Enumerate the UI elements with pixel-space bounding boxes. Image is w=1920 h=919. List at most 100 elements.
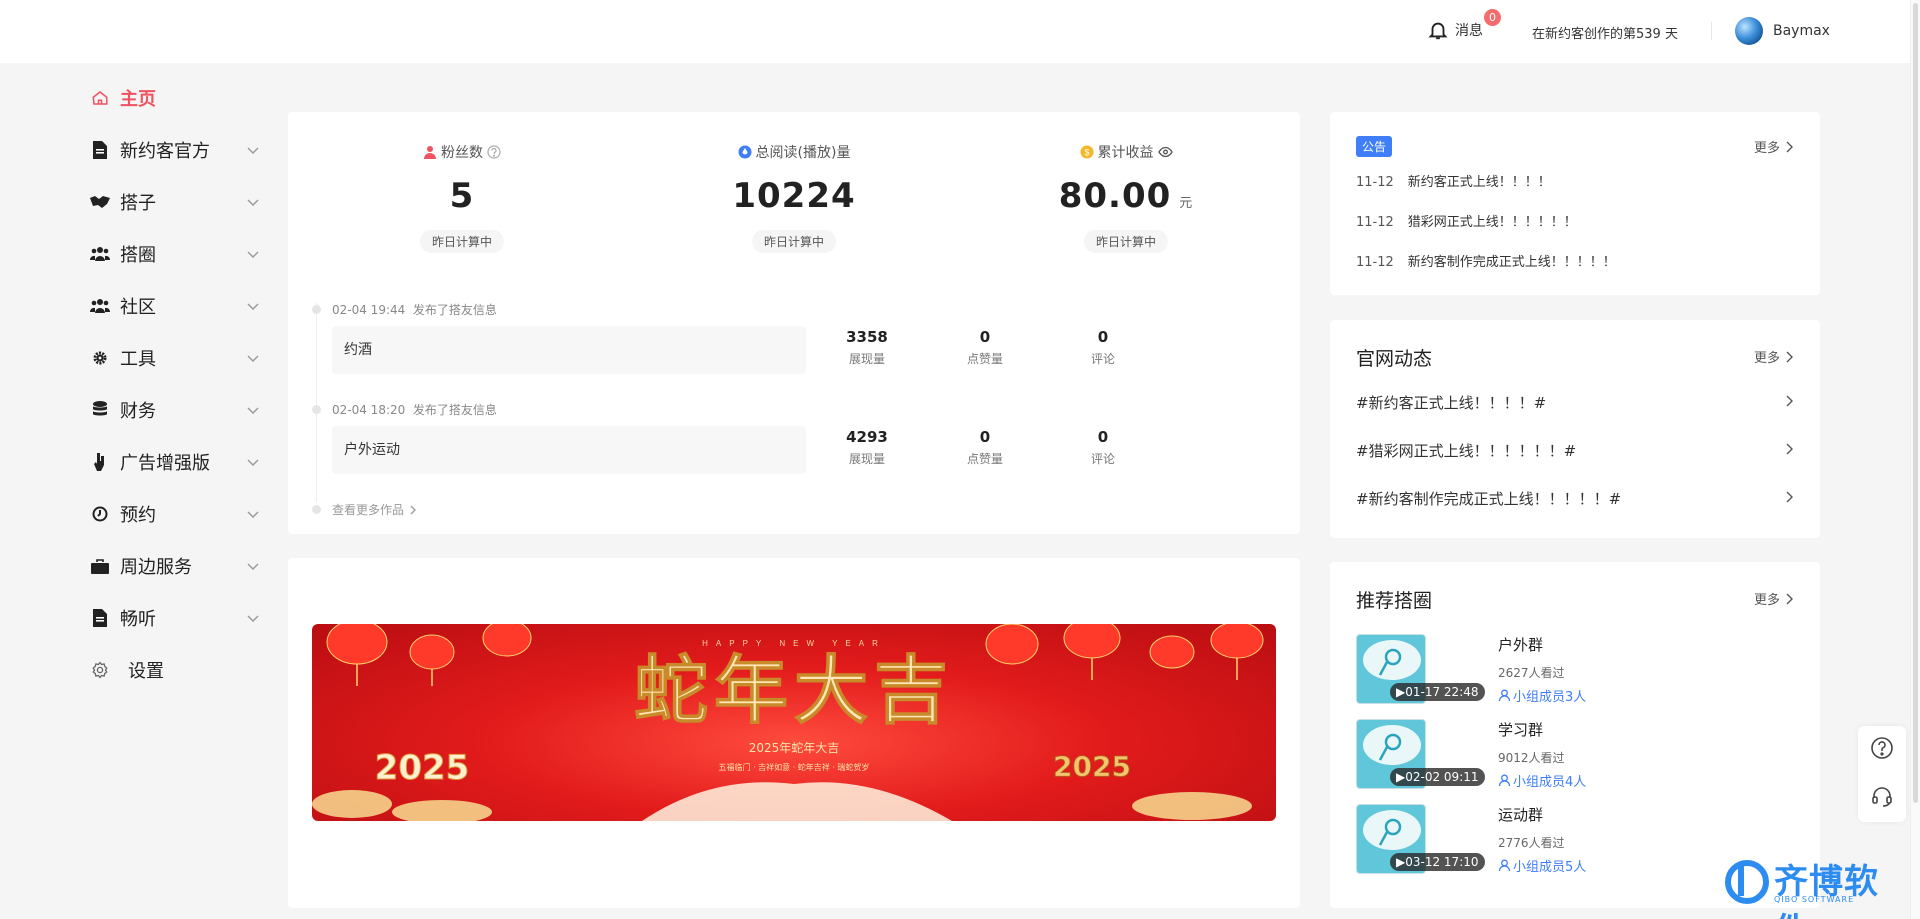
chevron-right-icon bbox=[1786, 351, 1793, 362]
chevron-down-icon bbox=[247, 459, 259, 466]
chevron-right-icon bbox=[1786, 593, 1793, 604]
banner-artwork: HAPPY NEW YEAR 蛇年大吉 2025年蛇年大吉 五福临门 · 吉祥如… bbox=[312, 624, 1264, 821]
sidebar-item-services[interactable]: 周边服务 bbox=[90, 540, 260, 592]
sidebar-item-ads[interactable]: 广告增强版 bbox=[90, 436, 260, 488]
post-comments: 0 评论 bbox=[1090, 328, 1115, 366]
sidebar-item-tools[interactable]: 工具 bbox=[90, 332, 260, 384]
income-label: 累计收益 bbox=[1097, 145, 1154, 161]
user-menu[interactable]: Baymax bbox=[1735, 17, 1830, 45]
circle-item[interactable]: ▶02-02 09:11 学习群 9012人看过 小组成员4人 bbox=[1356, 719, 1796, 809]
sidebar-item-booking[interactable]: 预约 bbox=[90, 488, 260, 540]
reads-note: 昨日计算中 bbox=[751, 230, 836, 253]
chevron-down-icon bbox=[247, 147, 259, 154]
circle-views: 2776人看过 bbox=[1498, 836, 1565, 850]
news-item[interactable]: #新约客正式上线！！！！# bbox=[1356, 392, 1796, 413]
circles-title: 推荐搭圈 bbox=[1356, 590, 1433, 612]
banner-header-text: HAPPY NEW YEAR bbox=[702, 639, 886, 648]
messages-label: 消息 bbox=[1455, 23, 1483, 39]
hand-icon bbox=[90, 453, 110, 471]
post-title[interactable]: 约酒 bbox=[332, 326, 806, 374]
help-circle-icon[interactable] bbox=[487, 145, 501, 159]
mic-icon bbox=[1378, 818, 1402, 846]
sidebar-item-finance[interactable]: 财务 bbox=[90, 384, 260, 436]
income-note: 昨日计算中 bbox=[1083, 230, 1168, 253]
news-more-link[interactable]: 更多 bbox=[1754, 347, 1794, 366]
user-outline-icon bbox=[1498, 859, 1511, 872]
timeline-line bbox=[316, 302, 317, 502]
document-icon bbox=[90, 141, 110, 159]
circle-time: ▶03-12 17:10 bbox=[1390, 853, 1485, 871]
notice-item[interactable]: 11-12 猎彩网正式上线！！！！！！ bbox=[1356, 211, 1577, 230]
banner-year-right: 2025 bbox=[1053, 750, 1131, 783]
users-icon bbox=[90, 246, 110, 262]
coin-icon: $ bbox=[1080, 145, 1093, 159]
post-views: 4293 展现量 bbox=[846, 428, 888, 466]
timeline-dot bbox=[312, 305, 321, 314]
document-icon bbox=[90, 609, 110, 627]
help-icon[interactable] bbox=[1870, 736, 1894, 760]
sidebar-item-community[interactable]: 社区 bbox=[90, 280, 260, 332]
circle-views: 2627人看过 bbox=[1498, 666, 1565, 680]
news-item[interactable]: #猎彩网正式上线！！！！！！# bbox=[1356, 440, 1796, 461]
chevron-down-icon bbox=[247, 511, 259, 518]
sidebar-item-label: 预约 bbox=[120, 505, 156, 526]
svg-text:$: $ bbox=[1084, 148, 1089, 158]
floating-toolbar bbox=[1858, 726, 1906, 822]
chevron-down-icon bbox=[247, 355, 259, 362]
banner-subtitle: 2025年蛇年大吉 bbox=[749, 740, 840, 755]
circle-members: 小组成员5人 bbox=[1498, 856, 1586, 875]
notice-item[interactable]: 11-12 新约客制作完成正式上线！！！！！ bbox=[1356, 251, 1616, 270]
users-icon bbox=[90, 298, 110, 314]
sidebar-item-listen[interactable]: 畅听 bbox=[90, 592, 260, 644]
creation-days-text: 在新约客创作的第539 天 bbox=[1532, 27, 1678, 42]
more-works-link[interactable]: 查看更多作品 bbox=[332, 501, 418, 518]
sidebar-item-label: 主页 bbox=[120, 89, 156, 110]
post-likes: 0 点赞量 bbox=[966, 328, 1003, 366]
chevron-down-icon bbox=[247, 251, 259, 258]
sidebar-item-circle[interactable]: 搭圈 bbox=[90, 228, 260, 280]
banner-card: HAPPY NEW YEAR 蛇年大吉 2025年蛇年大吉 五福临门 · 吉祥如… bbox=[288, 558, 1300, 908]
notice-item[interactable]: 11-12 新约客正式上线！！！！ bbox=[1356, 171, 1551, 190]
chevron-down-icon bbox=[247, 563, 259, 570]
chevron-right-icon bbox=[1786, 443, 1793, 455]
fans-label: 粉丝数 bbox=[441, 145, 483, 161]
reads-stat: 总阅读(播放)量 10224 昨日计算中 bbox=[694, 142, 894, 253]
stats-card: 粉丝数 5 昨日计算中 总阅读(播放)量 10224 昨日计算中 $ 累计收益 … bbox=[288, 112, 1300, 534]
new-year-banner[interactable]: HAPPY NEW YEAR 蛇年大吉 2025年蛇年大吉 五福临门 · 吉祥如… bbox=[312, 624, 1276, 821]
sidebar-item-partner[interactable]: 搭子 bbox=[90, 176, 260, 228]
chevron-right-icon bbox=[410, 505, 416, 514]
news-title: 官网动态 bbox=[1356, 348, 1433, 370]
circles-more-link[interactable]: 更多 bbox=[1754, 589, 1794, 608]
chevron-down-icon bbox=[247, 303, 259, 310]
sidebar-item-official[interactable]: 新约客官方 bbox=[90, 124, 260, 176]
sidebar-item-label: 财务 bbox=[120, 401, 156, 422]
notice-more-link[interactable]: 更多 bbox=[1754, 137, 1794, 156]
bell-icon bbox=[1428, 22, 1448, 40]
page-scrollbar-thumb[interactable] bbox=[1913, 3, 1918, 803]
header-divider bbox=[1711, 22, 1712, 40]
gear-icon bbox=[90, 350, 110, 366]
news-card: 官网动态 更多 #新约客正式上线！！！！# #猎彩网正式上线！！！！！！# #新… bbox=[1330, 320, 1820, 538]
sidebar-item-settings[interactable]: 设置 bbox=[90, 644, 260, 696]
sidebar-item-label: 社区 bbox=[120, 297, 156, 318]
user-icon bbox=[424, 146, 436, 159]
sidebar-item-label: 畅听 bbox=[120, 609, 156, 630]
circle-item[interactable]: ▶01-17 22:48 户外群 2627人看过 小组成员3人 bbox=[1356, 634, 1796, 724]
chevron-right-icon bbox=[1786, 491, 1793, 503]
messages-button[interactable]: 消息 bbox=[1427, 19, 1483, 41]
droplet-icon bbox=[738, 145, 752, 159]
settings-icon bbox=[90, 661, 110, 679]
timeline-dot bbox=[312, 505, 321, 514]
circle-time: ▶01-17 22:48 bbox=[1390, 683, 1485, 701]
mic-icon bbox=[1378, 648, 1402, 676]
headset-icon[interactable] bbox=[1870, 784, 1894, 808]
home-icon bbox=[90, 89, 110, 107]
chevron-down-icon bbox=[247, 407, 259, 414]
eye-icon[interactable] bbox=[1157, 146, 1173, 158]
banner-title: 蛇年大吉 bbox=[634, 648, 954, 734]
post-title[interactable]: 户外运动 bbox=[332, 426, 806, 474]
banner-tagline: 五福临门 · 吉祥如意 · 蛇年吉祥 · 瑞蛇贺岁 bbox=[719, 762, 870, 772]
sidebar-item-home[interactable]: 主页 bbox=[90, 80, 260, 116]
sidebar-item-label: 工具 bbox=[120, 349, 156, 370]
news-item[interactable]: #新约客制作完成正式上线！！！！！# bbox=[1356, 488, 1796, 509]
